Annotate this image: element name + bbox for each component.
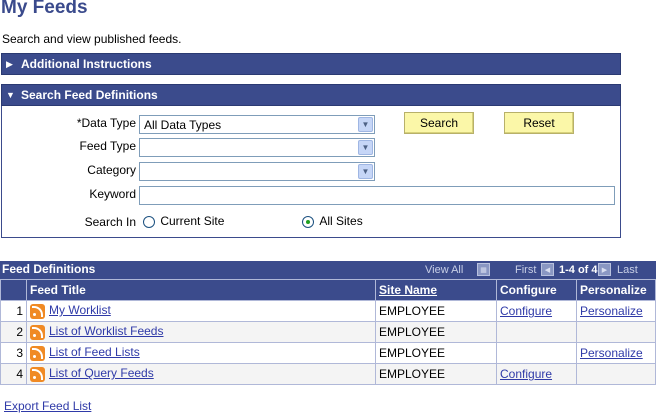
search-button[interactable]: Search (404, 112, 474, 134)
table-row: 4 List of Query Feeds EMPLOYEE Configure (0, 363, 656, 385)
personalize-cell (576, 363, 656, 385)
feed-definitions-header: Feed Definitions View All ▦ First ◀ 1-4 … (0, 261, 656, 279)
row-number: 3 (0, 342, 27, 364)
export-feed-list-link[interactable]: Export Feed List (4, 399, 91, 413)
configure-cell (496, 321, 577, 343)
table-row: 3 List of Feed Lists EMPLOYEE Personaliz… (0, 342, 656, 364)
keyword-input[interactable] (139, 186, 615, 205)
search-in-label: Search In (84, 215, 136, 229)
configure-cell: Configure (496, 300, 577, 322)
all-sites-label: All Sites (319, 214, 363, 228)
row-range: 1-4 of 4 (559, 264, 598, 276)
site-name-cell: EMPLOYEE (375, 342, 497, 364)
configure-cell: Configure (496, 363, 577, 385)
feed-title-header: Feed Title (26, 279, 376, 301)
personalize-header: Personalize (576, 279, 656, 301)
feed-title-link[interactable]: List of Worklist Feeds (49, 324, 163, 338)
feed-title-link[interactable]: List of Query Feeds (49, 366, 154, 380)
triangle-down-icon: ▼ (6, 90, 15, 100)
last-link[interactable]: Last (617, 264, 638, 276)
category-label: Category (87, 163, 136, 177)
first-link[interactable]: First (515, 264, 536, 276)
feed-title-link[interactable]: List of Feed Lists (49, 345, 140, 359)
feed-title-cell: List of Worklist Feeds (26, 321, 376, 343)
reset-button[interactable]: Reset (504, 112, 574, 134)
site-name-header-label[interactable]: Site Name (379, 283, 437, 297)
view-all-link[interactable]: View All (425, 264, 463, 276)
keyword-label: Keyword (89, 187, 136, 201)
triangle-right-icon: ▶ (6, 58, 13, 69)
chevron-down-icon: ▼ (358, 140, 373, 155)
page-description: Search and view published feeds. (2, 32, 182, 46)
row-number: 4 (0, 363, 27, 385)
feed-title-cell: My Worklist (26, 300, 376, 322)
table-row: 2 List of Worklist Feeds EMPLOYEE (0, 321, 656, 343)
page-title: My Feeds (1, 0, 88, 18)
data-type-label: *Data Type (76, 116, 136, 130)
chevron-down-icon: ▼ (358, 164, 373, 179)
last-arrow-icon[interactable]: ▶ (598, 263, 611, 276)
feed-definitions-table: Feed Title Site Name Configure Personali… (0, 279, 656, 385)
rss-icon (30, 303, 45, 319)
site-name-cell: EMPLOYEE (375, 321, 497, 343)
personalize-cell (576, 321, 656, 343)
personalize-link[interactable]: Personalize (580, 346, 643, 360)
category-select[interactable]: ▼ (139, 162, 375, 181)
additional-instructions-header[interactable]: ▶ Additional Instructions (1, 53, 621, 75)
rss-icon (30, 345, 45, 361)
personalize-cell: Personalize (576, 342, 656, 364)
site-name-cell: EMPLOYEE (375, 300, 497, 322)
data-type-select[interactable]: All Data Types ▼ (139, 115, 375, 134)
rss-icon (30, 324, 45, 340)
feed-title-cell: List of Query Feeds (26, 363, 376, 385)
current-site-option[interactable]: Current Site (143, 214, 224, 228)
rss-icon (30, 366, 45, 382)
chevron-down-icon: ▼ (358, 117, 373, 132)
current-site-label: Current Site (160, 214, 225, 228)
configure-link[interactable]: Configure (500, 367, 552, 381)
current-site-radio[interactable] (143, 215, 155, 228)
data-type-value: All Data Types (144, 117, 222, 132)
feed-type-select[interactable]: ▼ (139, 138, 375, 157)
row-number-header (0, 279, 27, 301)
feed-definitions-title: Feed Definitions (2, 262, 96, 276)
configure-link[interactable]: Configure (500, 304, 552, 318)
row-number: 1 (0, 300, 27, 322)
site-name-cell: EMPLOYEE (375, 363, 497, 385)
view-all-icon[interactable]: ▦ (477, 263, 490, 276)
all-sites-option[interactable]: All Sites (302, 214, 363, 228)
first-arrow-icon[interactable]: ◀ (541, 263, 554, 276)
additional-instructions-label: Additional Instructions (21, 57, 152, 71)
feed-title-cell: List of Feed Lists (26, 342, 376, 364)
site-name-header[interactable]: Site Name (375, 279, 497, 301)
search-feed-definitions-label: Search Feed Definitions (21, 88, 158, 102)
feed-type-label: Feed Type (79, 139, 136, 153)
table-header-row: Feed Title Site Name Configure Personali… (0, 279, 656, 301)
table-row: 1 My Worklist EMPLOYEE Configure Persona… (0, 300, 656, 322)
search-feed-definitions-header[interactable]: ▼ Search Feed Definitions (1, 84, 621, 106)
all-sites-radio[interactable] (302, 215, 314, 228)
personalize-link[interactable]: Personalize (580, 304, 643, 318)
configure-cell (496, 342, 577, 364)
feed-title-link[interactable]: My Worklist (49, 303, 111, 317)
personalize-cell: Personalize (576, 300, 656, 322)
configure-header: Configure (496, 279, 577, 301)
row-number: 2 (0, 321, 27, 343)
